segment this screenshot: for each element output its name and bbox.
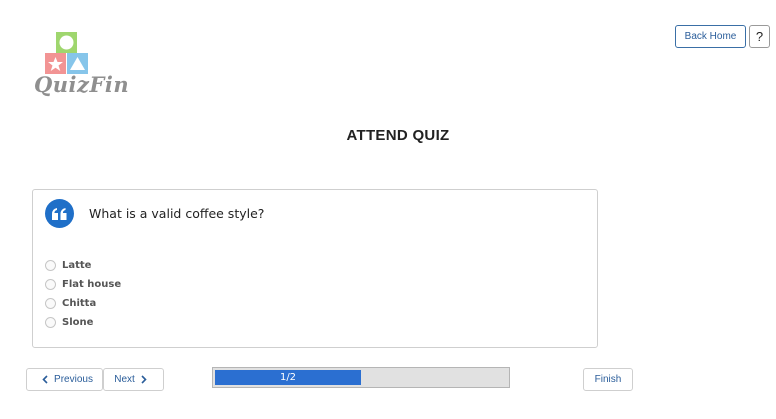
chevron-right-icon <box>141 375 147 384</box>
radio-button[interactable] <box>45 298 56 309</box>
question-card: What is a valid coffee style? Latte Flat… <box>32 189 598 348</box>
next-button[interactable]: Next <box>103 368 164 391</box>
radio-button[interactable] <box>45 279 56 290</box>
option-label: Latte <box>62 260 92 271</box>
option-label: Chitta <box>62 298 97 309</box>
help-button[interactable]: ? <box>749 25 770 48</box>
next-label: Next <box>114 374 135 385</box>
page-title: ATTEND QUIZ <box>346 127 450 144</box>
logo-blocks-icon <box>45 32 88 74</box>
quote-icon <box>45 199 74 228</box>
progress-text: 1/2 <box>279 372 297 383</box>
option-chitta[interactable]: Chitta <box>45 294 121 313</box>
finish-button[interactable]: Finish <box>583 368 633 391</box>
question-text: What is a valid coffee style? <box>89 206 265 221</box>
previous-button[interactable]: Previous <box>26 368 103 391</box>
radio-button[interactable] <box>45 317 56 328</box>
quiz-progress-bar: 1/2 <box>212 367 510 388</box>
option-label: Flat house <box>62 279 122 290</box>
option-latte[interactable]: Latte <box>45 256 121 275</box>
chevron-left-icon <box>42 375 48 384</box>
option-flat-house[interactable]: Flat house <box>45 275 121 294</box>
quizfin-logo: QuizFin <box>32 32 129 104</box>
radio-button[interactable] <box>45 260 56 271</box>
back-home-button[interactable]: Back Home <box>675 25 746 48</box>
answer-options: Latte Flat house Chitta Slone <box>45 256 121 332</box>
option-slone[interactable]: Slone <box>45 313 121 332</box>
previous-label: Previous <box>54 374 93 385</box>
logo-text: QuizFin <box>34 72 130 97</box>
option-label: Slone <box>62 317 94 328</box>
